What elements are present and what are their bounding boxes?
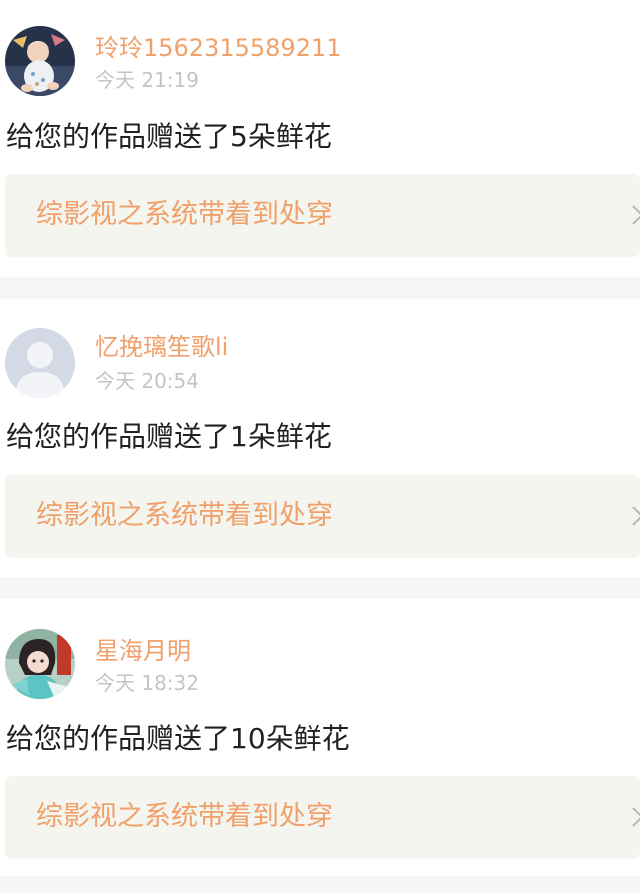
user-avatar[interactable] — [5, 629, 75, 699]
work-title: 综影视之系统带着到处穿 — [36, 500, 333, 531]
separator — [0, 876, 640, 893]
work-link[interactable]: 综影视之系统带着到处穿 — [5, 776, 640, 859]
notification-card: 玲玲1562315589211 今天 21:19 给您的作品赠送了5朵鲜花 综影… — [0, 0, 640, 277]
work-link[interactable]: 综影视之系统带着到处穿 — [5, 475, 640, 558]
chevron-right-icon — [632, 506, 640, 526]
user-avatar[interactable] — [5, 26, 75, 96]
baby-photo-avatar-icon — [5, 26, 75, 96]
username[interactable]: 忆挽璃笙歌li — [95, 331, 228, 363]
gift-message: 给您的作品赠送了5朵鲜花 — [6, 120, 332, 153]
username[interactable]: 星海月明 — [95, 635, 191, 667]
notification-card: 星海月明 今天 18:32 给您的作品赠送了10朵鲜花 综影视之系统带着到处穿 — [0, 599, 640, 876]
notification-card: 忆挽璃笙歌li 今天 20:54 给您的作品赠送了1朵鲜花 综影视之系统带着到处… — [0, 299, 640, 576]
separator — [0, 277, 640, 299]
chevron-right-icon — [632, 205, 640, 225]
work-title: 综影视之系统带着到处穿 — [36, 801, 333, 832]
timestamp: 今天 20:54 — [95, 369, 199, 393]
default-user-avatar-icon — [5, 328, 75, 398]
chevron-right-icon — [632, 807, 640, 827]
user-avatar[interactable] — [5, 328, 75, 398]
gift-message: 给您的作品赠送了10朵鲜花 — [6, 722, 350, 755]
username[interactable]: 玲玲1562315589211 — [95, 32, 342, 64]
separator — [0, 577, 640, 599]
gift-message: 给您的作品赠送了1朵鲜花 — [6, 420, 332, 453]
work-title: 综影视之系统带着到处穿 — [36, 199, 333, 230]
costume-girl-avatar-icon — [5, 629, 75, 699]
timestamp: 今天 18:32 — [95, 671, 199, 695]
timestamp: 今天 21:19 — [95, 68, 199, 92]
work-link[interactable]: 综影视之系统带着到处穿 — [5, 174, 640, 257]
